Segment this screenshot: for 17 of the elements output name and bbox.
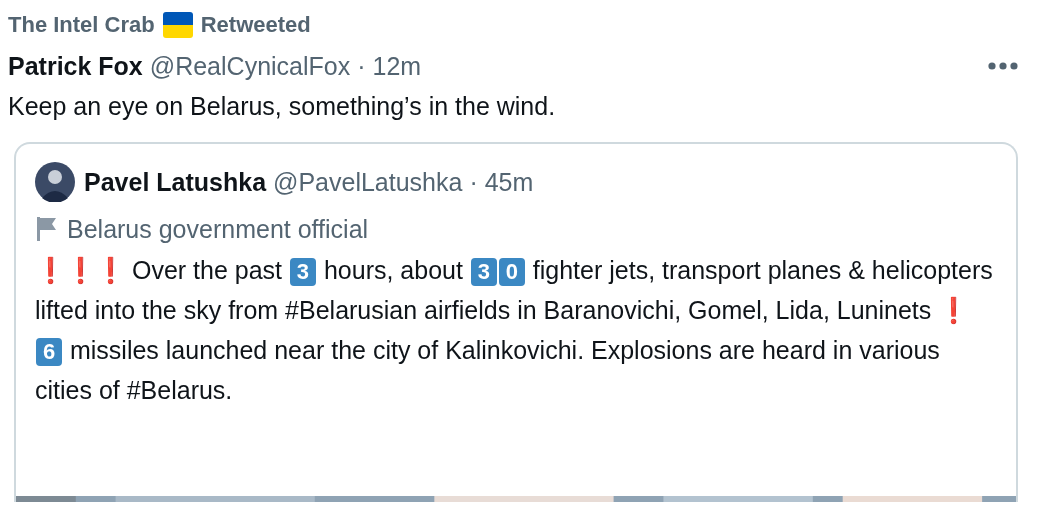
quoted-tweet-time[interactable]: · 45m [469,167,534,197]
quoted-tweet-text: ❗❗❗ Over the past 3 hours, about 3 0 fighter jets, transport planes & helicopters lifted into the sky from #Belarusian airfields in Baranovichi, Gomel, Lida, Luninets ❗ [34,255,994,326]
author-handle[interactable]: @RealCynicalFox [149,51,351,81]
quoted-tweet-card[interactable] [14,142,1018,502]
retweeted-label: Retweeted [200,12,311,38]
quoted-tweet-text: 6 missiles launched near the city of Kalinkovichi. Explosions are heard in various cities of #Belarus. [34,335,941,406]
flag-icon [162,12,193,38]
quoted-author-name[interactable]: Pavel Latushka [84,167,267,197]
avatar-icon[interactable] [35,162,75,202]
tweet-time[interactable]: · 12m [357,51,422,81]
more-icon[interactable] [988,62,1018,70]
tweet-text: Keep an eye on Belarus, something’s in the wind. [8,92,557,122]
account-label: Belarus government official [67,214,369,244]
quoted-author-handle[interactable]: @PavelLatushka [273,167,463,197]
retweeter-name[interactable]: The Intel Crab [8,12,155,38]
author-name[interactable]: Patrick Fox [8,51,143,81]
flag-icon [35,215,59,243]
